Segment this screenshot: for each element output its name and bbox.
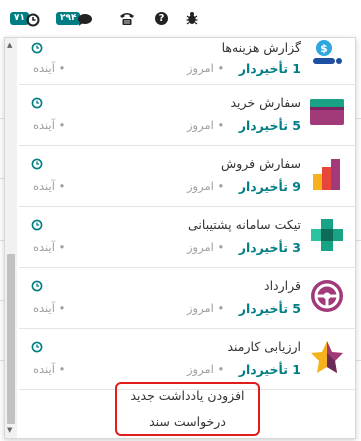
activity-app-name: تیکت سامانه پشتیبانی <box>188 217 301 232</box>
activity-list: $ گزارش هزینه‌ها 1 تأخیردار • امروز • آی… <box>19 38 355 390</box>
phone-icon <box>120 12 134 25</box>
debug-button[interactable] <box>186 8 198 28</box>
clock-icon[interactable] <box>31 280 43 292</box>
scroll-up-arrow-icon[interactable]: ▲ <box>7 41 12 49</box>
activity-overdue-count[interactable]: 3 تأخیردار <box>239 240 301 255</box>
activity-row-helpdesk[interactable]: تیکت سامانه پشتیبانی 3 تأخیردار • امروز … <box>19 207 355 268</box>
activity-today-filter[interactable]: • امروز <box>187 301 224 315</box>
chat-icon <box>78 14 93 26</box>
activity-today-filter[interactable]: • امروز <box>187 179 224 193</box>
appraisal-icon <box>311 341 343 373</box>
svg-text:$: $ <box>320 42 328 55</box>
activity-app-name: ارزیابی کارمند <box>227 339 301 354</box>
activity-future-filter[interactable]: • آینده <box>33 179 65 193</box>
request-document-link[interactable]: درخواست سند <box>115 414 260 429</box>
purchase-icon <box>310 99 344 125</box>
activity-app-name: سفارش خرید <box>230 95 301 110</box>
bug-icon <box>186 12 198 25</box>
help-icon: ? <box>155 11 168 25</box>
activity-future-filter[interactable]: • آینده <box>33 118 65 132</box>
scrollbar-thumb[interactable] <box>7 254 15 424</box>
activity-timer-button[interactable]: ۷۱ <box>10 8 40 28</box>
phone-button[interactable] <box>119 8 135 28</box>
add-note-link[interactable]: افزودن یادداشت جدید <box>115 388 260 403</box>
messages-button[interactable]: ۲۹۴ <box>56 8 93 28</box>
clock-icon[interactable] <box>31 97 43 109</box>
helpdesk-icon <box>311 219 343 251</box>
activity-overdue-count[interactable]: 1 تأخیردار <box>239 362 301 377</box>
expenses-icon: $ <box>313 40 342 64</box>
activity-row-purchase[interactable]: سفارش خرید 5 تأخیردار • امروز • آینده <box>19 85 355 146</box>
scroll-down-arrow-icon[interactable]: ▼ <box>7 426 12 434</box>
activity-today-filter[interactable]: • امروز <box>187 118 224 132</box>
sales-icon <box>313 159 340 190</box>
activity-future-filter[interactable]: • آینده <box>33 362 65 376</box>
contract-icon <box>311 280 343 312</box>
activity-future-filter[interactable]: • آینده <box>33 240 65 254</box>
activity-future-filter[interactable]: • آینده <box>33 61 65 75</box>
activity-overdue-count[interactable]: 9 تأخیردار <box>239 179 301 194</box>
scrollbar[interactable]: ▲ ▼ <box>5 38 17 438</box>
activity-future-filter[interactable]: • آینده <box>33 301 65 315</box>
activity-app-name: قرارداد <box>264 278 301 293</box>
activity-overdue-count[interactable]: 5 تأخیردار <box>239 301 301 316</box>
activity-today-filter[interactable]: • امروز <box>187 240 224 254</box>
activity-dropdown: ▲ ▼ $ گزارش هزینه‌ها 1 تأخیردار • امروز … <box>4 37 356 439</box>
clock-icon[interactable] <box>31 42 43 54</box>
activity-today-filter[interactable]: • امروز <box>187 362 224 376</box>
top-toolbar: ۷۱ ۲۹۴ ? <box>0 0 361 36</box>
clock-icon[interactable] <box>31 341 43 353</box>
activity-overdue-count[interactable]: 5 تأخیردار <box>239 118 301 133</box>
activity-app-name: گزارش هزینه‌ها <box>221 40 301 55</box>
activity-app-name: سفارش فروش <box>220 156 301 171</box>
clock-icon[interactable] <box>31 158 43 170</box>
activity-today-filter[interactable]: • امروز <box>187 61 224 75</box>
activity-row-contract[interactable]: قرارداد 5 تأخیردار • امروز • آینده <box>19 268 355 329</box>
activity-row-sales[interactable]: سفارش فروش 9 تأخیردار • امروز • آینده <box>19 146 355 207</box>
clock-icon <box>26 13 40 27</box>
activity-row-appraisal[interactable]: ارزیابی کارمند 1 تأخیردار • امروز • آیند… <box>19 329 355 390</box>
help-button[interactable]: ? <box>155 8 168 28</box>
activity-row-expenses[interactable]: $ گزارش هزینه‌ها 1 تأخیردار • امروز • آی… <box>19 38 355 85</box>
activity-overdue-count[interactable]: 1 تأخیردار <box>239 61 301 76</box>
clock-icon[interactable] <box>31 219 43 231</box>
